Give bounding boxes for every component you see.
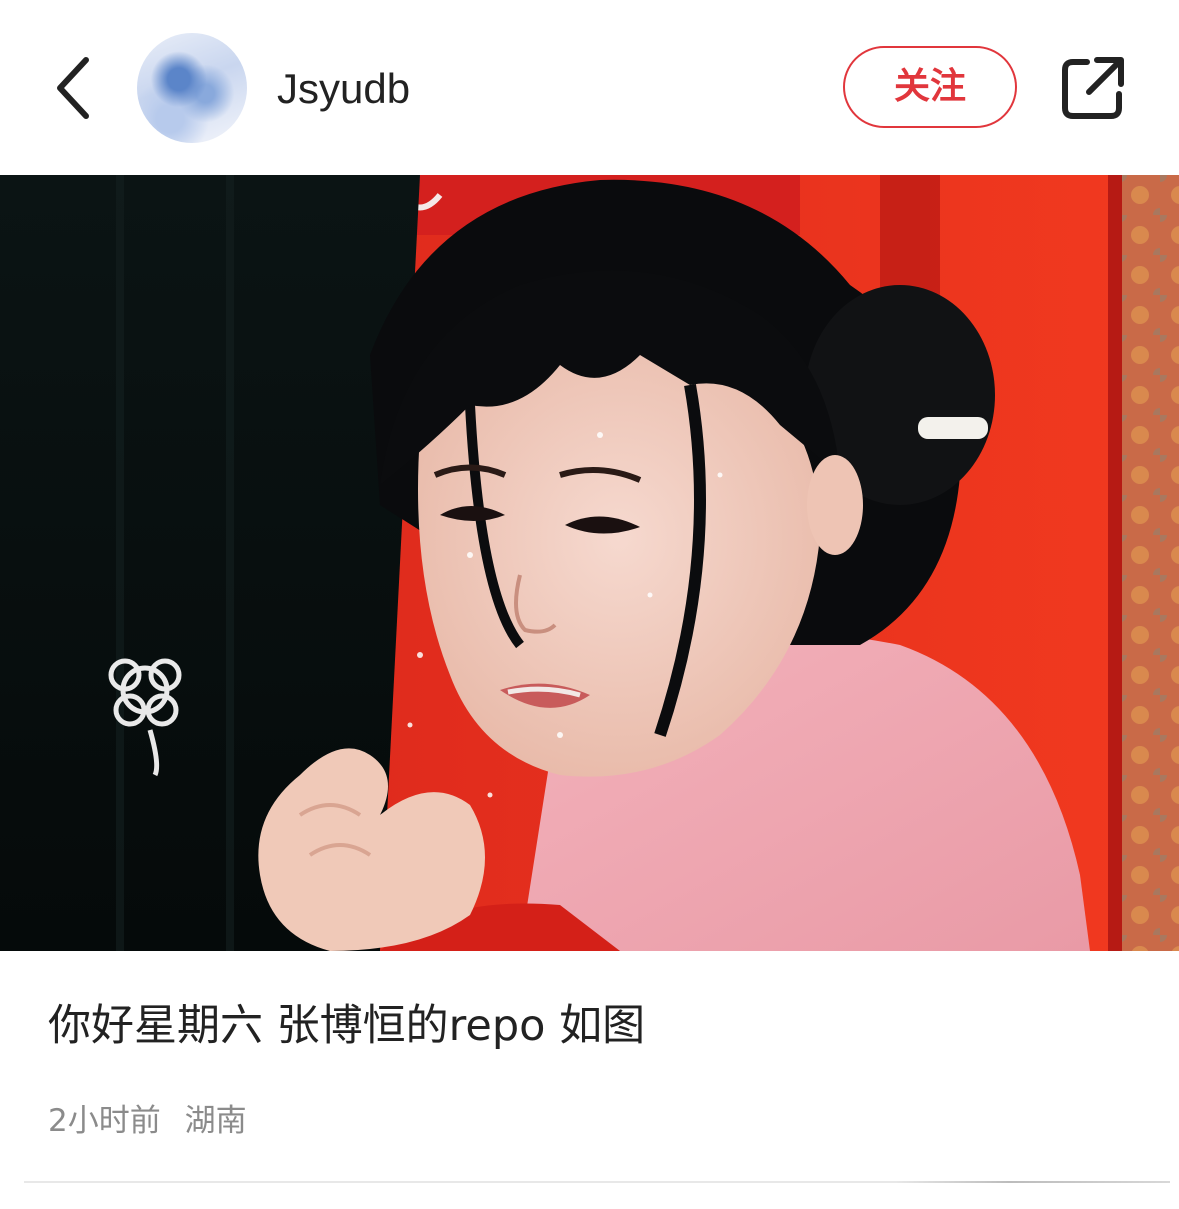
- post-page: Jsyudb 关注 你好星期六 张博恒的repo 如图 2小时前 湖南: [0, 0, 1179, 1209]
- avatar[interactable]: [137, 33, 247, 143]
- share-external-icon: [1062, 57, 1124, 119]
- top-bar: Jsyudb 关注: [0, 0, 1179, 175]
- divider: [24, 1181, 1170, 1183]
- post-location: 湖南: [184, 1103, 247, 1139]
- back-button[interactable]: [44, 48, 104, 128]
- username[interactable]: Jsyudb: [277, 62, 410, 116]
- share-button[interactable]: [1057, 52, 1129, 124]
- post-photo: [0, 175, 1179, 951]
- post-caption: 你好星期六 张博恒的repo 如图: [48, 1001, 646, 1051]
- post-image[interactable]: [0, 175, 1179, 951]
- follow-button[interactable]: 关注: [843, 46, 1017, 128]
- post-meta: 2小时前 湖南: [48, 1098, 261, 1144]
- chevron-left-icon: [57, 57, 89, 119]
- post-time: 2小时前: [48, 1103, 161, 1139]
